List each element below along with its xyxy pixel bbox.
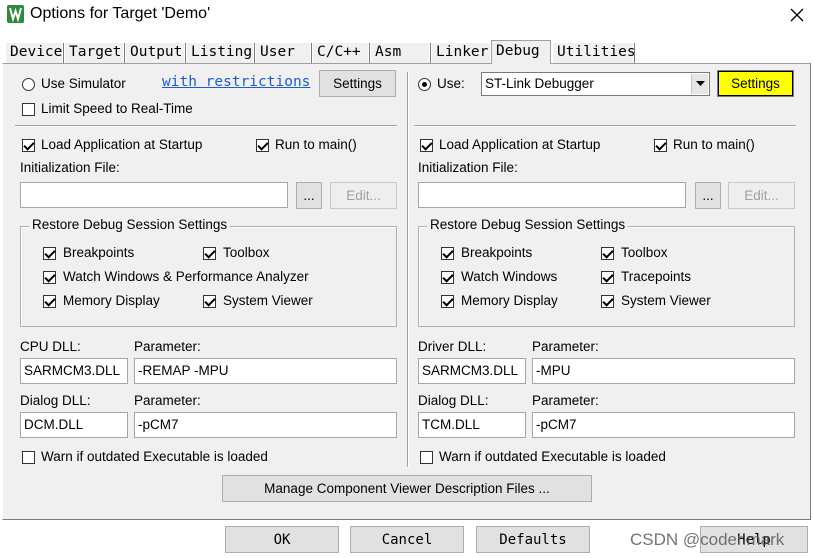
right-system-viewer-label: System Viewer xyxy=(621,293,711,308)
right-edit-button[interactable]: Edit... xyxy=(728,182,795,209)
right-toolbox-label: Toolbox xyxy=(621,245,668,260)
panel-divider xyxy=(407,72,409,467)
left-warn-outdated-label: Warn if outdated Executable is loaded xyxy=(41,449,268,464)
use-simulator-radio[interactable] xyxy=(22,78,35,91)
cpu-dll-input[interactable]: SARMCM3.DLL xyxy=(20,358,128,384)
left-browse-button[interactable]: ... xyxy=(296,182,322,209)
right-memory-display-checkbox[interactable] xyxy=(441,295,454,308)
left-system-viewer-label: System Viewer xyxy=(223,293,313,308)
right-restore-group-title: Restore Debug Session Settings xyxy=(427,217,629,232)
right-watch-windows-checkbox[interactable] xyxy=(441,271,454,284)
right-dialog-param-input[interactable]: -pCM7 xyxy=(532,412,795,438)
left-breakpoints-checkbox[interactable] xyxy=(43,247,56,260)
chevron-down-icon[interactable] xyxy=(691,74,708,94)
debug-options-panel: Use Simulator with restrictions Settings… xyxy=(2,63,811,520)
defaults-button[interactable]: Defaults xyxy=(476,526,590,553)
right-load-app-label: Load Application at Startup xyxy=(439,137,601,152)
use-debugger-label: Use: xyxy=(437,76,465,91)
left-init-file-input[interactable] xyxy=(20,182,288,208)
tab-asm[interactable]: Asm xyxy=(371,43,429,64)
right-memory-display-label: Memory Display xyxy=(461,293,558,308)
use-simulator-label: Use Simulator xyxy=(41,76,126,91)
driver-param-input[interactable]: -MPU xyxy=(532,358,795,384)
right-tracepoints-checkbox[interactable] xyxy=(601,271,614,284)
left-load-app-label: Load Application at Startup xyxy=(41,137,203,152)
right-breakpoints-checkbox[interactable] xyxy=(441,247,454,260)
tab-listing[interactable]: Listing xyxy=(187,43,253,64)
cpu-param-label: Parameter: xyxy=(134,339,201,354)
left-memory-display-label: Memory Display xyxy=(63,293,160,308)
left-dialog-dll-input[interactable]: DCM.DLL xyxy=(20,412,128,438)
tab-output[interactable]: Output xyxy=(126,43,184,64)
close-icon[interactable] xyxy=(779,0,814,30)
driver-dll-label: Driver DLL: xyxy=(418,339,487,354)
left-edit-button[interactable]: Edit... xyxy=(330,182,397,209)
limit-speed-checkbox[interactable] xyxy=(22,103,35,116)
tab-utilities[interactable]: Utilities xyxy=(553,43,636,64)
left-toolbox-label: Toolbox xyxy=(223,245,270,260)
right-warn-outdated-label: Warn if outdated Executable is loaded xyxy=(439,449,666,464)
simulator-settings-button[interactable]: Settings xyxy=(319,70,396,97)
window-title: Options for Target 'Demo' xyxy=(30,5,211,22)
left-init-file-label: Initialization File: xyxy=(20,160,120,175)
tab-linker[interactable]: Linker xyxy=(432,43,490,64)
right-warn-outdated-checkbox[interactable] xyxy=(420,451,433,464)
left-watch-windows-label: Watch Windows & Performance Analyzer xyxy=(63,269,309,284)
debugger-settings-button[interactable]: Settings xyxy=(717,70,794,97)
right-dialog-dll-input[interactable]: TCM.DLL xyxy=(418,412,526,438)
tab-user[interactable]: User xyxy=(256,43,310,64)
right-run-to-main-label: Run to main() xyxy=(673,137,755,152)
left-dialog-param-input[interactable]: -pCM7 xyxy=(134,412,397,438)
title-bar: Options for Target 'Demo' xyxy=(0,0,814,30)
cancel-button[interactable]: Cancel xyxy=(350,526,464,553)
right-run-to-main-checkbox[interactable] xyxy=(654,139,667,152)
manage-component-viewer-button[interactable]: Manage Component Viewer Description File… xyxy=(222,475,592,502)
right-dialog-param-label: Parameter: xyxy=(532,393,599,408)
tab-c-cpp[interactable]: C/C++ xyxy=(313,43,368,64)
tab-strip: Device Target Output Listing User C/C++ … xyxy=(0,38,814,64)
right-system-viewer-checkbox[interactable] xyxy=(601,295,614,308)
debugger-select-value: ST-Link Debugger xyxy=(485,76,594,91)
left-restore-group-title: Restore Debug Session Settings xyxy=(29,217,231,232)
right-browse-button[interactable]: ... xyxy=(695,182,721,209)
right-breakpoints-label: Breakpoints xyxy=(461,245,533,260)
separator xyxy=(15,125,397,127)
left-dialog-dll-label: Dialog DLL: xyxy=(20,393,91,408)
driver-param-label: Parameter: xyxy=(532,339,599,354)
left-memory-display-checkbox[interactable] xyxy=(43,295,56,308)
cpu-param-input[interactable]: -REMAP -MPU xyxy=(134,358,397,384)
left-watch-windows-checkbox[interactable] xyxy=(43,271,56,284)
cpu-dll-label: CPU DLL: xyxy=(20,339,81,354)
right-init-file-input[interactable] xyxy=(418,182,686,208)
left-load-app-checkbox[interactable] xyxy=(22,139,35,152)
tab-device[interactable]: Device xyxy=(6,43,62,64)
driver-dll-input[interactable]: SARMCM3.DLL xyxy=(418,358,526,384)
right-watch-windows-label: Watch Windows xyxy=(461,269,558,284)
left-warn-outdated-checkbox[interactable] xyxy=(22,451,35,464)
debugger-select[interactable]: ST-Link Debugger xyxy=(481,72,710,96)
with-restrictions-link[interactable]: with restrictions xyxy=(162,74,310,90)
right-tracepoints-label: Tracepoints xyxy=(621,269,692,284)
watermark: CSDN @coder.mark xyxy=(630,530,785,549)
left-system-viewer-checkbox[interactable] xyxy=(203,295,216,308)
left-breakpoints-label: Breakpoints xyxy=(63,245,135,260)
right-init-file-label: Initialization File: xyxy=(418,160,518,175)
use-debugger-radio[interactable] xyxy=(418,78,431,91)
right-toolbox-checkbox[interactable] xyxy=(601,247,614,260)
keil-app-icon xyxy=(7,5,24,23)
limit-speed-label: Limit Speed to Real-Time xyxy=(41,101,193,116)
left-toolbox-checkbox[interactable] xyxy=(203,247,216,260)
tab-target[interactable]: Target xyxy=(65,43,123,64)
tab-debug[interactable]: Debug xyxy=(491,40,551,64)
separator xyxy=(414,125,796,127)
left-run-to-main-label: Run to main() xyxy=(275,137,357,152)
ok-button[interactable]: OK xyxy=(225,526,339,553)
left-dialog-param-label: Parameter: xyxy=(134,393,201,408)
left-run-to-main-checkbox[interactable] xyxy=(256,139,269,152)
right-dialog-dll-label: Dialog DLL: xyxy=(418,393,489,408)
right-load-app-checkbox[interactable] xyxy=(420,139,433,152)
